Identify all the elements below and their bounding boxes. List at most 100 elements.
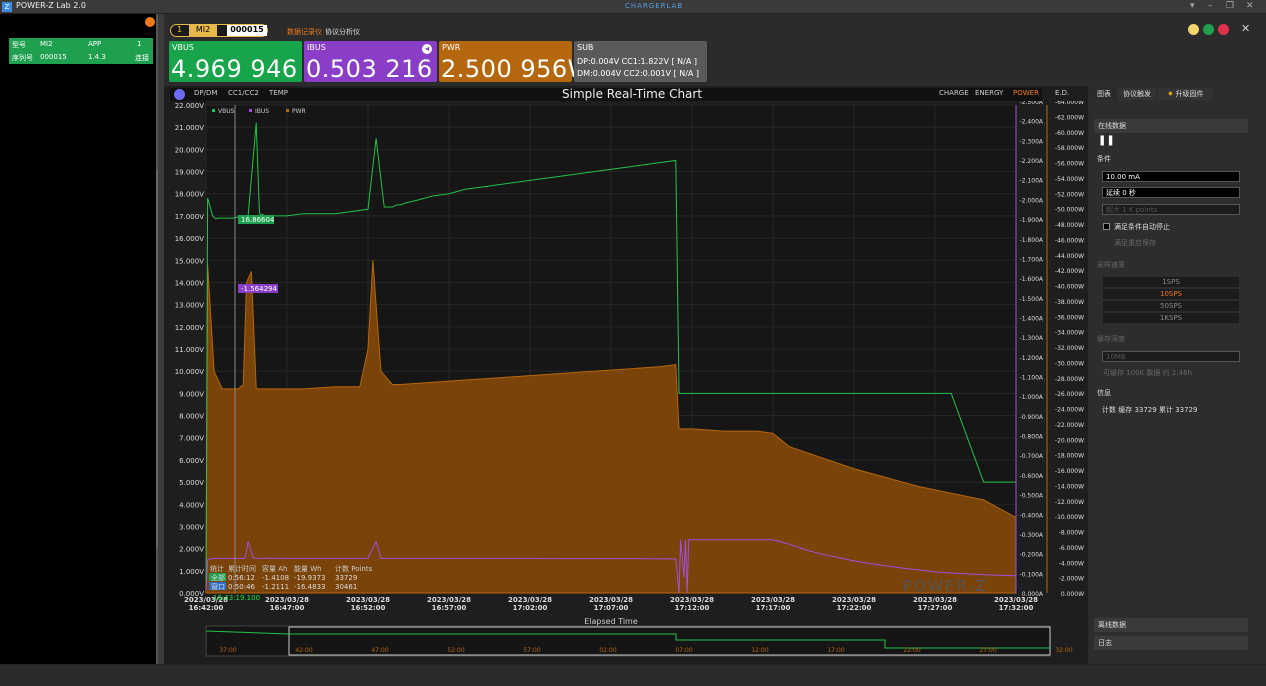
y-mid-tick: -1.000A	[1020, 394, 1044, 401]
stats-cell: -19.9373	[294, 574, 325, 582]
tab-temp[interactable]: TEMP	[269, 89, 288, 97]
cache-select[interactable]: 10MB	[1102, 351, 1240, 362]
x-tick-time: 17:12:00	[675, 604, 710, 612]
y-left-tick: 1.000V	[179, 568, 204, 576]
stats-cell: 0:50:46	[228, 583, 256, 591]
rate-50sps[interactable]: 50SPS	[1103, 301, 1239, 311]
connect-link[interactable]: 连接	[135, 53, 149, 63]
online-data-section[interactable]: 在线数据	[1094, 119, 1248, 133]
pwr-label: PWR	[442, 43, 461, 52]
x-tick-date: 2023/03/28	[994, 596, 1038, 604]
stats-header: 能量 Wh	[294, 564, 322, 573]
overview-tick: 22:00	[903, 647, 920, 654]
y-left-tick: 13.000V	[175, 302, 204, 310]
y-left-tick: 10.000V	[175, 368, 204, 376]
chart-menu-icon[interactable]	[174, 89, 185, 100]
theme-icon[interactable]	[1188, 24, 1199, 35]
overview-tick: 02:00	[599, 647, 616, 654]
legend-label: IBUS	[255, 108, 269, 115]
sub-line2: DM:0.004V CC2:0.001V [ N/A ]	[577, 69, 700, 78]
tab-ed[interactable]: E.D.	[1055, 89, 1069, 97]
close-panel-icon[interactable]: ✕	[1241, 22, 1250, 35]
x-axis-label: Elapsed Time	[584, 617, 638, 626]
tab-dp-dm[interactable]: DP/DM	[194, 89, 217, 97]
device-row[interactable]: 型号 MI2 APP 1 序列号 000015 1.4.3 连接	[9, 38, 153, 64]
y-right-tick: -56.000W	[1055, 161, 1084, 168]
stats-cell: -16.4833	[294, 583, 325, 591]
overview-tick: 27:00	[979, 647, 996, 654]
x-tick-date: 2023/03/28	[346, 596, 390, 604]
info-text: 计数 缓存 33729 累计 33729	[1102, 406, 1198, 414]
condition-label: 条件	[1097, 155, 1111, 163]
cache-info: 可缓存 100K 数据 约 2:46h	[1103, 369, 1193, 377]
pause-icon[interactable]: ❚❚	[1098, 135, 1115, 146]
x-tick-date: 2023/03/28	[751, 596, 795, 604]
dropdown-icon[interactable]: ▾	[1190, 1, 1195, 11]
tab-data-logger[interactable]: 数据记录仪	[287, 27, 322, 37]
ibus-value: 0.503 216 A	[306, 55, 458, 83]
info-label: 信息	[1097, 389, 1111, 397]
x-tick-time: 16:42:00	[189, 604, 224, 612]
tab-protocol-trigger[interactable]: 协议触发	[1118, 88, 1156, 100]
stats-header: 计数 Points	[335, 564, 373, 573]
restore-icon[interactable]: ❐	[1226, 1, 1234, 11]
y-left-tick: 21.000V	[175, 124, 204, 132]
tab-chart[interactable]: 图表	[1092, 88, 1116, 100]
device-tab[interactable]: 1 MI2 000015	[170, 24, 268, 37]
close-icon[interactable]: ✕	[1246, 1, 1254, 11]
y-right-tick: -30.000W	[1055, 360, 1084, 367]
y-mid-tick: -2.500A	[1020, 101, 1044, 106]
current-threshold-input[interactable]: 10.00 mA	[1102, 171, 1240, 182]
settings-icon[interactable]	[1218, 24, 1229, 35]
y-mid-tick: -1.800A	[1020, 237, 1044, 244]
stats-cell: 全部	[211, 573, 225, 582]
x-tick-time: 16:52:00	[351, 604, 386, 612]
y-right-tick: -26.000W	[1055, 391, 1084, 398]
realtime-chart[interactable]: 0.000V1.000V2.000V3.000V4.000V5.000V6.00…	[170, 101, 1086, 661]
y-mid-tick: -0.600A	[1020, 473, 1044, 480]
y-right-tick: -24.000W	[1055, 407, 1084, 414]
menu-icon[interactable]	[145, 17, 155, 27]
y-right-tick: -28.000W	[1055, 376, 1084, 383]
record-icon[interactable]	[1203, 24, 1214, 35]
y-right-tick: -64.000W	[1055, 101, 1084, 106]
rate-1sps[interactable]: 1SPS	[1103, 277, 1239, 287]
firmware-icon: ✷	[1167, 90, 1176, 98]
y-right-tick: -22.000W	[1055, 422, 1084, 429]
rate-10sps[interactable]: 10SPS	[1103, 289, 1239, 299]
stats-cell: -1.2111	[262, 583, 289, 591]
y-left-tick: 12.000V	[175, 324, 204, 332]
offline-data-section[interactable]: 离线数据	[1094, 618, 1248, 632]
points-select[interactable]: 超大 1 K points	[1102, 204, 1240, 215]
vbus-card: VBUS 4.969 946 V	[169, 41, 322, 83]
cursor-time: 16:43:19.100	[213, 594, 260, 602]
watermark: POWER-Z	[903, 577, 988, 595]
y-mid-tick: -1.100A	[1020, 375, 1044, 382]
log-section[interactable]: 日志	[1094, 636, 1248, 650]
tab-charge[interactable]: CHARGE	[939, 89, 969, 97]
tab-power[interactable]: POWER	[1013, 89, 1039, 97]
minimize-icon[interactable]: –	[1208, 1, 1213, 11]
tab-cc1-cc2[interactable]: CC1/CC2	[228, 89, 259, 97]
tab-protocol-analyzer[interactable]: 协议分析仪	[325, 27, 360, 37]
x-tick-time: 16:57:00	[432, 604, 467, 612]
overview-tick: 37:00	[219, 647, 236, 654]
overview-navigator[interactable]: 37:00 42:00 47:00 52:00 57:00 02:00 07:00 12:00…	[205, 625, 1073, 657]
app-count: 1	[137, 40, 142, 48]
overview-tick: 47:00	[371, 647, 388, 654]
x-axis: 2023/03/2816:42:002023/03/2816:47:002023…	[184, 596, 1038, 612]
delay-input[interactable]: 延续 0 秒	[1102, 187, 1240, 198]
ibus-direction-icon[interactable]: ◂	[422, 44, 432, 54]
tab-energy[interactable]: ENERGY	[975, 89, 1003, 97]
sub-line1: DP:0.004V CC1:1.822V [ N/A ]	[577, 57, 697, 66]
y-left-tick: 7.000V	[179, 435, 204, 443]
y-mid-tick: -0.300A	[1020, 532, 1044, 539]
y-left-tick: 17.000V	[175, 213, 204, 221]
auto-stop-checkbox[interactable]	[1103, 223, 1110, 230]
marker-ibus: -1.564294	[238, 284, 278, 293]
tab-firmware[interactable]: ✷ 升级固件	[1158, 88, 1213, 100]
y-left-tick: 3.000V	[179, 523, 204, 531]
y-right-tick: -16.000W	[1055, 468, 1084, 475]
model-value: MI2	[40, 40, 53, 48]
rate-1ksps[interactable]: 1KSPS	[1103, 313, 1239, 323]
